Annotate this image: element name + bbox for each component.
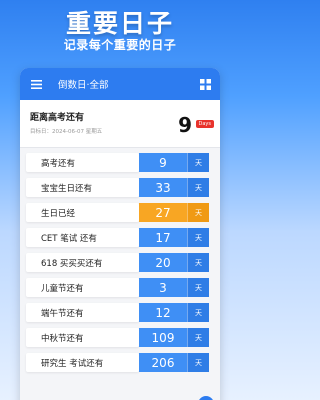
event-days-count: 17 (139, 228, 187, 247)
event-row[interactable]: 端午节还有 12 天 (26, 303, 214, 322)
event-days-count: 109 (139, 328, 187, 347)
event-days-unit: 天 (187, 153, 209, 172)
promo-title: 重要日子 (65, 9, 174, 38)
event-days-unit: 天 (187, 353, 209, 372)
event-label: CET 笔试 还有 (26, 228, 139, 247)
event-list: 高考还有 9 天宝宝生日还有 33 天生日已经 27 天 CET 笔试 还有 17 天 618 买买… (20, 148, 220, 372)
event-label: 端午节还有 (26, 303, 139, 322)
event-row[interactable]: 儿童节还有 3 天 (26, 278, 214, 297)
event-label: 宝宝生日还有 (26, 178, 139, 197)
event-row[interactable]: 宝宝生日还有 33 天 (26, 178, 214, 197)
event-days-unit: 天 (187, 228, 209, 247)
event-row[interactable]: 618 买买买还有 20 天 (26, 253, 214, 272)
event-label: 高考还有 (26, 153, 139, 172)
phone-screen: 倒数日·全部 距离高考还有 目标日：2024-06-07 星期五 9 Days … (20, 68, 220, 400)
event-label: 生日已经 (26, 203, 139, 222)
event-days-count: 3 (139, 278, 187, 297)
event-row[interactable]: 中秋节还有 109 天 (26, 328, 214, 347)
event-row[interactable]: 研究生 考试还有 206 天 (26, 353, 214, 372)
event-label: 研究生 考试还有 (26, 353, 139, 372)
event-days-unit: 天 (187, 253, 209, 272)
event-days-count: 9 (139, 153, 187, 172)
event-label: 中秋节还有 (26, 328, 139, 347)
event-label: 儿童节还有 (26, 278, 139, 297)
event-days-unit: 天 (187, 328, 209, 347)
event-days-count: 206 (139, 353, 187, 372)
featured-countdown-card[interactable]: 距离高考还有 目标日：2024-06-07 星期五 9 Days (20, 100, 220, 148)
promo-subtitle: 记录每个重要的日子 (63, 38, 177, 52)
event-row[interactable]: CET 笔试 还有 17 天 (26, 228, 214, 247)
add-icon[interactable]: + (198, 396, 214, 400)
days-badge: Days (195, 120, 214, 128)
event-days-unit: 天 (187, 203, 209, 222)
featured-days-count: 9 (178, 113, 192, 137)
menu-icon[interactable] (28, 76, 44, 92)
event-days-count: 27 (139, 203, 187, 222)
grid-view-icon[interactable] (198, 77, 212, 91)
event-row[interactable]: 生日已经 27 天 (26, 203, 214, 222)
event-days-unit: 天 (187, 278, 209, 297)
event-row[interactable]: 高考还有 9 天 (26, 153, 214, 172)
app-bar: 倒数日·全部 (20, 68, 220, 100)
app-bar-title: 倒数日·全部 (58, 80, 109, 91)
event-label: 618 买买买还有 (26, 253, 139, 272)
event-days-count: 12 (139, 303, 187, 322)
event-days-unit: 天 (187, 303, 209, 322)
event-days-count: 33 (139, 178, 187, 197)
event-days-unit: 天 (187, 178, 209, 197)
event-days-count: 20 (139, 253, 187, 272)
